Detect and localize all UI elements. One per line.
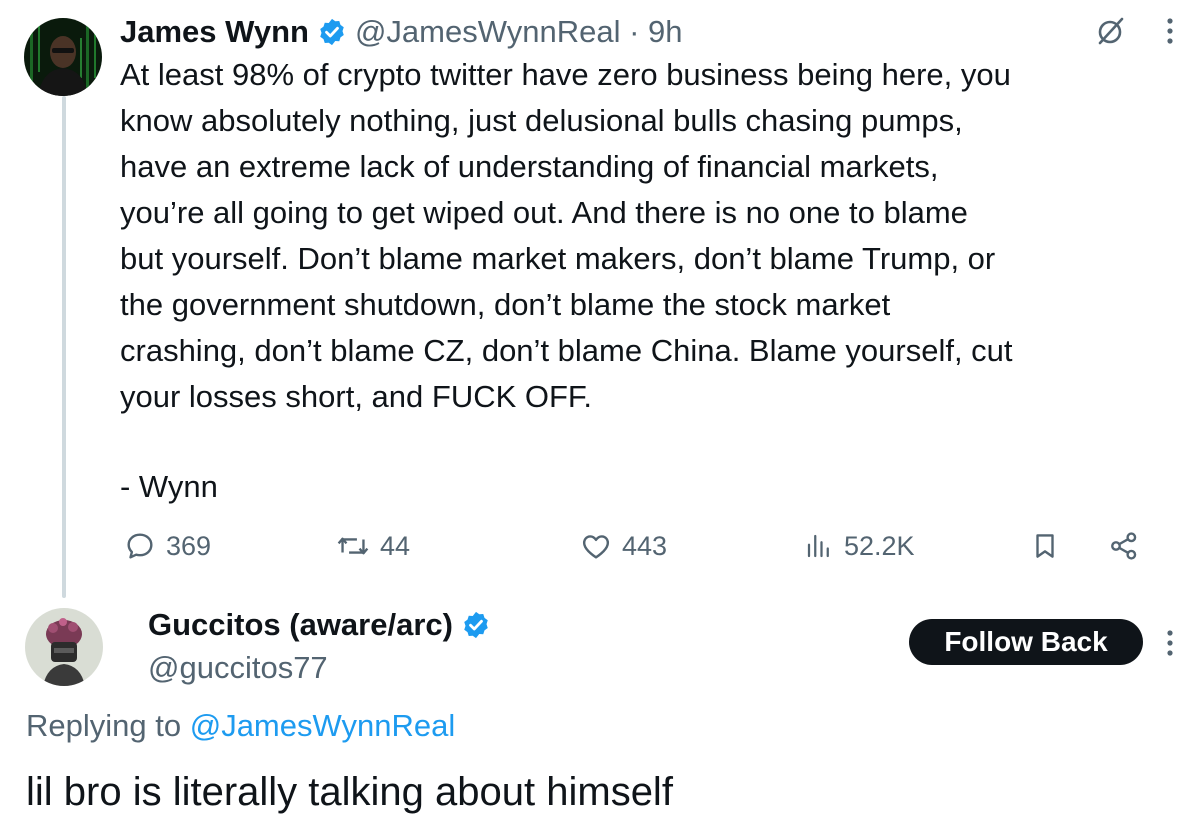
reply-author-handle[interactable]: @guccitos77 [148, 646, 328, 690]
avatar-james-wynn[interactable] [24, 18, 102, 96]
author-handle-and-time[interactable]: @JamesWynnReal · 9h [355, 14, 683, 50]
like-count: 443 [622, 530, 668, 561]
share-icon [1111, 532, 1137, 560]
follow-back-button[interactable]: Follow Back [909, 619, 1143, 665]
views-count: 52.2K [844, 530, 915, 561]
share-button[interactable] [1108, 526, 1150, 566]
bookmark-button[interactable] [1030, 526, 1070, 566]
avatar-image [24, 18, 102, 96]
more-options-icon[interactable] [1165, 628, 1175, 658]
like-button[interactable]: 443 [580, 526, 667, 566]
thread-connector-line [62, 96, 66, 598]
original-tweet-header: James Wynn @JamesWynnReal · 9h [120, 10, 682, 54]
more-options-icon[interactable] [1165, 16, 1175, 46]
repost-icon [337, 537, 369, 555]
avatar-image [25, 608, 103, 686]
grok-icon[interactable] [1094, 14, 1128, 48]
replying-to-mention-link[interactable]: @JamesWynnReal [190, 708, 456, 743]
replying-to-line: Replying to @JamesWynnReal [26, 704, 455, 748]
author-name[interactable]: James Wynn [120, 14, 309, 50]
heart-icon [582, 535, 610, 559]
avatar-guccitos[interactable] [25, 608, 103, 686]
views-bars-icon [807, 534, 829, 558]
tweet-text: At least 98% of crypto twitter have zero… [120, 57, 1013, 414]
tweet-signature: - Wynn [120, 469, 218, 504]
reply-button[interactable]: 369 [124, 526, 211, 566]
reply-count: 369 [166, 530, 212, 561]
reply-text: lil bro is literally talking about himse… [26, 770, 673, 814]
replying-to-prefix: Replying to [26, 708, 190, 743]
repost-button[interactable]: 44 [336, 526, 410, 566]
verified-badge-icon[interactable] [461, 610, 491, 640]
tweet-action-bar: 369 44 443 52.2K [0, 526, 1200, 566]
reply-author-name[interactable]: Guccitos (aware/arc) [148, 603, 453, 647]
verified-badge-icon[interactable] [317, 17, 347, 47]
reply-bubble-icon [127, 533, 153, 559]
repost-count: 44 [380, 530, 411, 561]
views-button[interactable]: 52.2K [804, 526, 915, 566]
reply-author-header: Guccitos (aware/arc) [148, 603, 499, 647]
bookmark-icon [1036, 534, 1054, 558]
